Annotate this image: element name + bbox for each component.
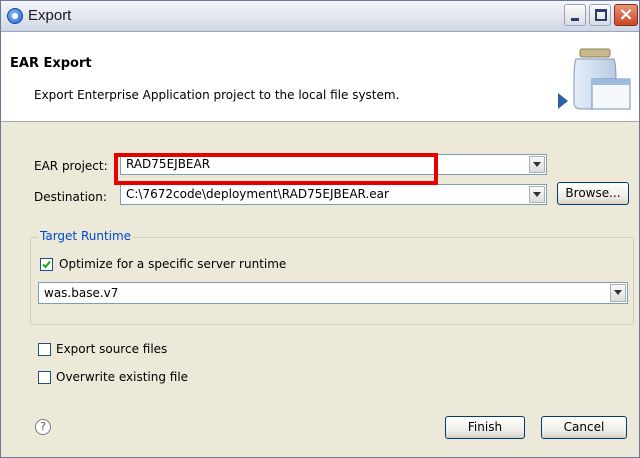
optimize-runtime-checkbox[interactable] — [40, 258, 53, 271]
target-runtime-group — [30, 237, 634, 325]
title-bar[interactable]: Export × — [1, 1, 639, 32]
destination-value: C:\7672code\deployment\RAD75EJBEAR.ear — [126, 187, 389, 201]
chevron-down-icon[interactable] — [529, 186, 545, 203]
finish-button[interactable]: Finish — [445, 416, 525, 439]
eclipse-app-icon — [7, 8, 23, 24]
export-dialog: Export × EAR Export Export Enterprise Ap… — [0, 0, 640, 458]
wizard-banner: EAR Export Export Enterprise Application… — [1, 32, 639, 122]
chevron-down-icon[interactable] — [610, 284, 626, 302]
overwrite-existing-checkbox[interactable] — [38, 371, 51, 384]
minimize-button[interactable] — [564, 4, 586, 26]
ear-project-label: EAR project: — [34, 159, 108, 173]
maximize-button[interactable] — [589, 4, 611, 26]
banner-title: EAR Export — [10, 56, 92, 71]
help-icon[interactable]: ? — [35, 419, 51, 435]
optimize-runtime-label[interactable]: Optimize for a specific server runtime — [59, 257, 286, 271]
window-title: Export — [28, 7, 72, 24]
server-runtime-value: was.base.v7 — [44, 286, 119, 300]
close-button[interactable]: × — [614, 4, 638, 26]
target-runtime-legend: Target Runtime — [38, 229, 134, 243]
export-source-checkbox[interactable] — [38, 343, 51, 356]
destination-highlight-box — [114, 153, 438, 185]
cancel-button[interactable]: Cancel — [541, 416, 627, 439]
jar-export-icon — [558, 48, 631, 110]
export-source-label[interactable]: Export source files — [56, 342, 167, 356]
server-runtime-combo[interactable]: was.base.v7 — [38, 282, 628, 304]
browse-button[interactable]: Browse... — [557, 182, 629, 205]
overwrite-existing-label[interactable]: Overwrite existing file — [56, 370, 188, 384]
destination-label: Destination: — [34, 190, 107, 204]
destination-combo[interactable]: C:\7672code\deployment\RAD75EJBEAR.ear — [120, 184, 547, 205]
banner-description: Export Enterprise Application project to… — [34, 88, 400, 102]
chevron-down-icon[interactable] — [529, 156, 545, 173]
